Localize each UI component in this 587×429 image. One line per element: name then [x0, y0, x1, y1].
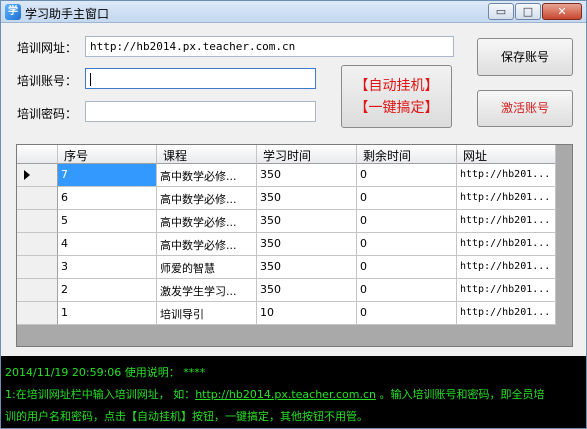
table-row[interactable]: 3 师爱的智慧 350 0 http://hb201...: [17, 256, 572, 279]
cell-id[interactable]: 6: [58, 187, 157, 210]
cell-id[interactable]: 4: [58, 233, 157, 256]
header-corner: [17, 145, 58, 164]
table-row[interactable]: 6 高中数学必修... 350 0 http://hb201...: [17, 187, 572, 210]
main-window: 学 学习助手主窗口 ▭ □ ✕ 培训网址： http://hb2014.px.t…: [0, 0, 587, 429]
account-field[interactable]: [85, 68, 316, 89]
cell-url[interactable]: http://hb201...: [457, 279, 556, 302]
cell-url[interactable]: http://hb201...: [457, 210, 556, 233]
cell-id[interactable]: 2: [58, 279, 157, 302]
auto-hangup-line2: 【一键搞定】: [354, 100, 439, 116]
row-header[interactable]: [17, 256, 58, 279]
cell-remaining-time[interactable]: 0: [357, 256, 457, 279]
cell-study-time[interactable]: 350: [257, 210, 357, 233]
cell-study-time[interactable]: 350: [257, 233, 357, 256]
table-row[interactable]: 2 激发学生学习... 350 0 http://hb201...: [17, 279, 572, 302]
cell-remaining-time[interactable]: 0: [357, 210, 457, 233]
cell-study-time[interactable]: 350: [257, 256, 357, 279]
table-header: 序号 课程 学习时间 剩余时间 网址: [17, 145, 572, 164]
window-title: 学习助手主窗口: [25, 7, 110, 21]
current-row-arrow-icon: [24, 170, 30, 180]
log-panel[interactable]: 2014/11/19 20:59:06 使用说明： **** 1:在培训网址栏中…: [1, 356, 586, 428]
cell-study-time[interactable]: 350: [257, 279, 357, 302]
log-line-2-prefix: 1:在培训网址栏中输入培训网址， 如：: [5, 388, 196, 401]
account-label: 培训账号：: [17, 74, 78, 88]
app-icon: 学: [5, 4, 21, 20]
cell-remaining-time[interactable]: 0: [357, 187, 457, 210]
cell-course[interactable]: 高中数学必修...: [157, 164, 257, 187]
cell-url[interactable]: http://hb201...: [457, 256, 556, 279]
row-header[interactable]: [17, 233, 58, 256]
close-button[interactable]: ✕: [542, 3, 582, 20]
cell-study-time[interactable]: 350: [257, 187, 357, 210]
cell-url[interactable]: http://hb201...: [457, 187, 556, 210]
column-header-url[interactable]: 网址: [457, 145, 556, 164]
column-header-study-time[interactable]: 学习时间: [257, 145, 357, 164]
cell-remaining-time[interactable]: 0: [357, 279, 457, 302]
password-label: 培训密码：: [17, 107, 78, 121]
cell-course[interactable]: 高中数学必修...: [157, 187, 257, 210]
log-line-2: 1:在培训网址栏中输入培训网址， 如：http://hb2014.px.teac…: [5, 384, 582, 406]
cell-course[interactable]: 培训导引: [157, 302, 257, 325]
row-header[interactable]: [17, 164, 58, 187]
cell-course[interactable]: 激发学生学习...: [157, 279, 257, 302]
activate-account-button[interactable]: 激活账号: [477, 90, 573, 127]
column-header-id[interactable]: 序号: [58, 145, 157, 164]
cell-course[interactable]: 高中数学必修...: [157, 210, 257, 233]
log-line-3: 训的用户名和密码，点击【自动挂机】按钮，一键搞定，其他按钮不用管。: [5, 410, 368, 423]
minimize-button[interactable]: ▭: [488, 3, 514, 20]
cell-url[interactable]: http://hb201...: [457, 164, 556, 187]
cell-id[interactable]: 5: [58, 210, 157, 233]
cell-course[interactable]: 师爱的智慧: [157, 256, 257, 279]
example-url-link[interactable]: http://hb2014.px.teacher.com.cn: [195, 388, 376, 401]
table-row[interactable]: 7 高中数学必修... 350 0 http://hb201...: [17, 164, 572, 187]
cell-remaining-time[interactable]: 0: [357, 302, 457, 325]
text-caret: [90, 72, 91, 86]
column-header-remaining-time[interactable]: 剩余时间: [357, 145, 457, 164]
cell-url[interactable]: http://hb201...: [457, 302, 556, 325]
table-row[interactable]: 1 培训导引 10 0 http://hb201...: [17, 302, 572, 325]
cell-study-time[interactable]: 10: [257, 302, 357, 325]
cell-id[interactable]: 7: [58, 164, 157, 187]
save-account-button[interactable]: 保存账号: [477, 38, 573, 76]
row-header[interactable]: [17, 187, 58, 210]
log-line-1: 2014/11/19 20:59:06 使用说明： ****: [5, 366, 206, 379]
cell-course[interactable]: 高中数学必修...: [157, 233, 257, 256]
cell-study-time[interactable]: 350: [257, 164, 357, 187]
row-header[interactable]: [17, 279, 58, 302]
url-label: 培训网址：: [17, 41, 78, 55]
auto-hangup-button[interactable]: 【自动挂机】 【一键搞定】: [341, 65, 452, 128]
cell-remaining-time[interactable]: 0: [357, 164, 457, 187]
auto-hangup-line1: 【自动挂机】: [354, 78, 439, 94]
title-bar[interactable]: 学 学习助手主窗口 ▭ □ ✕: [1, 1, 586, 23]
row-header[interactable]: [17, 302, 58, 325]
cell-id[interactable]: 3: [58, 256, 157, 279]
maximize-button[interactable]: □: [515, 3, 541, 20]
log-line-2-suffix: 。输入培训账号和密码，即全员培: [375, 388, 545, 401]
cell-remaining-time[interactable]: 0: [357, 233, 457, 256]
column-header-course[interactable]: 课程: [157, 145, 257, 164]
table-row[interactable]: 5 高中数学必修... 350 0 http://hb201...: [17, 210, 572, 233]
table-row[interactable]: 4 高中数学必修... 350 0 http://hb201...: [17, 233, 572, 256]
row-header[interactable]: [17, 210, 58, 233]
course-table[interactable]: 序号 课程 学习时间 剩余时间 网址 7 高中数学必修... 350 0 htt…: [16, 144, 573, 347]
url-field[interactable]: http://hb2014.px.teacher.com.cn: [85, 36, 454, 57]
password-field[interactable]: [85, 101, 316, 122]
cell-url[interactable]: http://hb201...: [457, 233, 556, 256]
cell-id[interactable]: 1: [58, 302, 157, 325]
